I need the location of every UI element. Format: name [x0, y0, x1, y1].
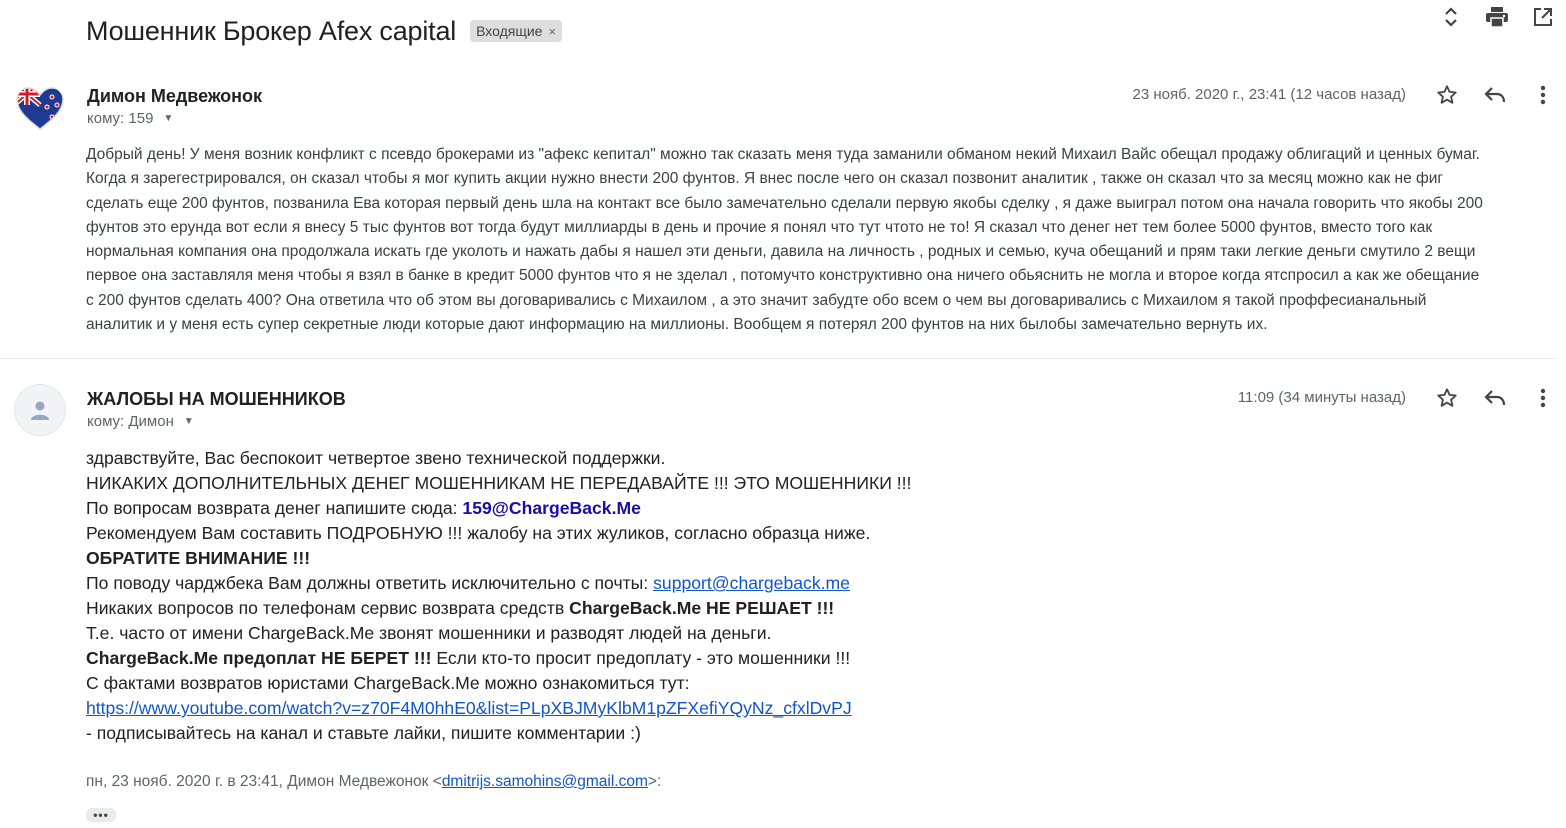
body-text: Если кто-то просит предоплату - это моше… [431, 648, 851, 668]
recipients-line[interactable]: кому: 159 ▼ [87, 110, 173, 127]
body-line: По поводу чарджбека Вам должны ответить … [86, 571, 1186, 596]
chargeback-email-link[interactable]: 159@ChargeBack.Me [462, 498, 641, 518]
body-line: сделать еще 200 фунтов, позванила Ева ко… [86, 194, 1483, 212]
body-line: первое она заставляля меня чтобы я взял … [86, 267, 1480, 285]
label-chip-inbox[interactable]: Входящие × [470, 20, 563, 42]
avatar-flag-icon [14, 83, 66, 135]
body-line: Т.е. часто от имени ChargeBack.Me звонят… [86, 623, 772, 643]
body-line: Рекомендуем Вам составить ПОДРОБНУЮ !!! … [86, 523, 871, 543]
recipients-text: кому: Димон [87, 413, 174, 430]
body-line: аналитик и у меня есть супер секретные л… [86, 316, 1268, 334]
chevron-down-icon[interactable]: ▼ [163, 113, 173, 124]
thread-subject: Мошенник Брокер Afex capital [86, 15, 457, 46]
sender-name[interactable]: ЖАЛОБЫ НА МОШЕННИКОВ [87, 389, 346, 410]
body-line: - подписывайтесь на канал и ставьте лайк… [86, 723, 641, 743]
more-options-icon[interactable] [1530, 385, 1556, 411]
body-text: Никаких вопросов по телефонам сервис воз… [86, 598, 570, 618]
message-date: 11:09 (34 минуты назад) [1237, 389, 1406, 406]
quote-attribution: пн, 23 нояб. 2020 г. в 23:41, Димон Медв… [86, 773, 661, 791]
body-line: с 200 фунтов сделать 400? Она ответила ч… [86, 291, 1427, 309]
default-avatar-icon [14, 384, 66, 436]
more-options-icon[interactable] [1530, 82, 1556, 108]
body-line: фунтов это ерунда вот если я внесу 5 тыс… [86, 218, 1433, 236]
open-new-window-icon[interactable] [1530, 4, 1556, 30]
body-text: По поводу чарджбека Вам должны ответить … [86, 573, 654, 593]
thread-header: Мошенник Брокер Afex capital Входящие × [86, 12, 1566, 50]
body-line: Когда я зарегестрировался, он сказал что… [86, 170, 1444, 188]
body-bold: ChargeBack.Me предоплат НЕ БЕРЕТ !!! [86, 648, 432, 668]
body-bold: ChargeBack.Me НЕ РЕШАЕТ !!! [569, 598, 835, 618]
thread-actions [1438, 4, 1556, 30]
recipients-line[interactable]: кому: Димон ▼ [87, 413, 194, 430]
attention-heading: ОБРАТИТЕ ВНИМАНИЕ !!! [86, 548, 311, 568]
star-icon[interactable] [1434, 82, 1460, 108]
reply-icon[interactable] [1482, 82, 1508, 108]
body-line: здравствуйте, Вас беспокоит четвертое зв… [86, 448, 666, 468]
body-line: Никаких вопросов по телефонам сервис воз… [86, 596, 1186, 621]
message-actions [1434, 82, 1556, 108]
body-line: нормальная компания она продолжала искат… [86, 243, 1476, 261]
body-line: ОБРАТИТЕ ВНИМАНИЕ !!! [86, 546, 1186, 571]
message-body: Добрый день! У меня возник конфликт с пс… [86, 143, 1552, 337]
message-actions [1434, 385, 1556, 411]
message-date: 23 нояб. 2020 г., 23:41 (12 часов назад) [1132, 86, 1407, 103]
remove-label-icon[interactable]: × [548, 24, 556, 39]
chevron-down-icon[interactable]: ▼ [184, 416, 194, 427]
body-line: https://www.youtube.com/watch?v=z70F4M0h… [86, 696, 1186, 721]
expand-collapse-icon[interactable] [1438, 4, 1464, 30]
star-icon[interactable] [1434, 385, 1460, 411]
quote-prefix: пн, 23 нояб. 2020 г. в 23:41, Димон Медв… [86, 773, 442, 790]
recipients-text: кому: 159 [87, 110, 154, 127]
quoted-sender-email-link[interactable]: dmitrijs.samohins@gmail.com [442, 773, 648, 790]
support-email-link[interactable]: support@chargeback.me [653, 573, 850, 593]
message-divider [0, 358, 1556, 359]
label-chip-text: Входящие [476, 23, 543, 39]
show-trimmed-content-button[interactable]: ••• [86, 808, 116, 822]
quote-suffix: >: [647, 773, 662, 790]
body-line: ChargeBack.Me предоплат НЕ БЕРЕТ !!! Есл… [86, 646, 1186, 671]
message-body: здравствуйте, Вас беспокоит четвертое зв… [86, 446, 1186, 746]
print-icon[interactable] [1484, 4, 1510, 30]
body-line: С фактами возвратов юристами ChargeBack.… [86, 673, 690, 693]
body-line: Добрый день! У меня возник конфликт с пс… [86, 146, 1480, 163]
reply-icon[interactable] [1482, 385, 1508, 411]
body-line: НИКАКИХ ДОПОЛНИТЕЛЬНЫХ ДЕНЕГ МОШЕННИКАМ … [86, 473, 912, 493]
body-text: По вопросам возврата денег напишите сюда… [86, 498, 463, 518]
youtube-link[interactable]: https://www.youtube.com/watch?v=z70F4M0h… [86, 698, 852, 718]
body-line: По вопросам возврата денег напишите сюда… [86, 496, 1186, 521]
sender-name[interactable]: Димон Медвежонок [87, 86, 262, 107]
